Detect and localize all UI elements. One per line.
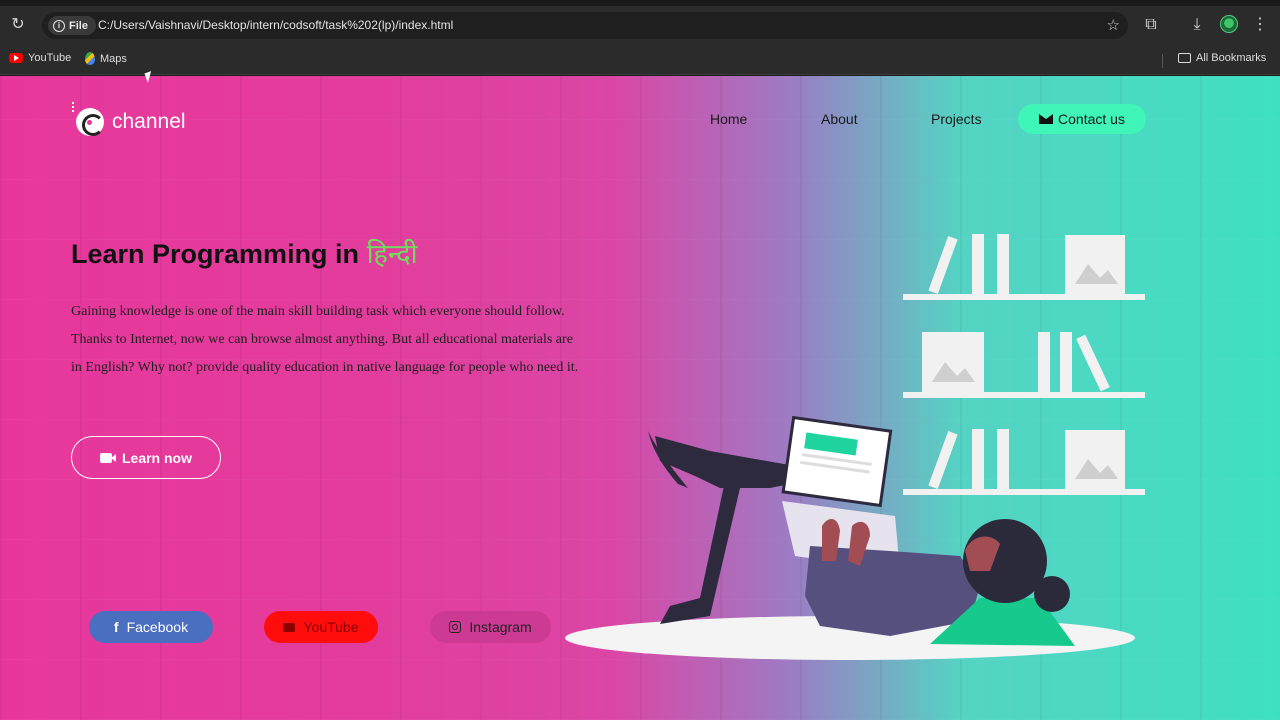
reload-icon[interactable]: ↻ — [6, 13, 30, 37]
menu-dots-icon[interactable]: ⋮ — [1248, 13, 1272, 37]
hero-illustration — [565, 234, 1145, 660]
youtube-label: YouTube — [303, 619, 359, 635]
hero-title: Learn Programming in हिन्दी — [71, 234, 418, 271]
bookmark-label: YouTube — [28, 52, 72, 64]
picture-frame-bottom — [1065, 430, 1125, 489]
hero-title-hindi: हिन्दी — [366, 239, 418, 269]
contact-label: Contact us — [1058, 111, 1125, 127]
instagram-icon — [449, 621, 462, 633]
hair-bun — [1034, 576, 1070, 612]
bookmark-star-icon[interactable]: ☆ — [1107, 16, 1120, 34]
nav-home[interactable]: Home — [710, 111, 747, 127]
books-top — [928, 234, 1009, 294]
logo-text: channel — [112, 110, 186, 133]
youtube-small-icon — [283, 622, 296, 632]
instagram-button[interactable]: Instagram — [430, 611, 551, 643]
hero-paragraph: Gaining knowledge is one of the main ski… — [71, 304, 579, 375]
facebook-icon: f — [113, 619, 119, 635]
decorative-dots — [72, 102, 74, 112]
facebook-label: Facebook — [126, 619, 189, 635]
tab-strip-edge — [0, 0, 1280, 6]
youtube-icon — [9, 53, 23, 63]
shelf-middle — [903, 392, 1145, 398]
lower-leg — [660, 481, 740, 624]
contact-us-button[interactable]: Contact us — [1018, 104, 1146, 134]
url-text[interactable]: C:/Users/Vaishnavi/Desktop/intern/codsof… — [98, 18, 453, 32]
profile-avatar[interactable] — [1220, 15, 1238, 33]
bookmark-youtube[interactable]: YouTube — [9, 52, 71, 64]
learn-now-button[interactable]: Learn now — [71, 436, 221, 479]
download-icon[interactable]: ⤓ — [1185, 13, 1209, 37]
youtube-button[interactable]: YouTube — [264, 611, 378, 643]
bookmark-maps[interactable]: Maps — [85, 52, 127, 65]
channel-logo-icon — [76, 108, 104, 136]
bookmarks-bar: YouTube Maps All Bookmarks — [0, 46, 1280, 75]
maps-icon — [85, 52, 95, 65]
browser-toolbar: ↻ i File C:/Users/Vaishnavi/Desktop/inte… — [0, 0, 1280, 46]
picture-frame-top — [1065, 235, 1125, 294]
learn-now-label: Learn now — [121, 449, 192, 466]
info-icon: i — [53, 19, 65, 32]
extensions-icon[interactable]: ⧉ — [1139, 13, 1163, 37]
all-bookmarks[interactable]: All Bookmarks — [1178, 52, 1266, 64]
shelf-top — [903, 294, 1145, 300]
books-bottom — [928, 429, 1009, 489]
video-camera-icon — [99, 452, 116, 463]
facebook-button[interactable]: f Facebook — [89, 611, 213, 643]
nav-projects[interactable]: Projects — [931, 111, 982, 127]
site-logo[interactable]: channel — [76, 108, 186, 136]
site-info-chip[interactable]: i File — [48, 16, 96, 35]
bookmarks-divider — [1162, 54, 1163, 68]
hero-title-text: Learn Programming in — [71, 239, 367, 269]
site-info-label: File — [69, 19, 88, 32]
nav-about[interactable]: About — [821, 111, 858, 127]
picture-frame-middle — [922, 332, 984, 392]
instagram-label: Instagram — [469, 619, 532, 635]
page-viewport: channel Home About Projects Contact us L… — [0, 76, 1280, 720]
bookmark-label: Maps — [100, 52, 127, 65]
address-bar[interactable]: i File C:/Users/Vaishnavi/Desktop/intern… — [42, 12, 1128, 39]
shelf-bottom — [903, 489, 1145, 495]
books-middle — [1038, 332, 1110, 392]
folder-icon — [1178, 53, 1191, 63]
all-bookmarks-label: All Bookmarks — [1196, 52, 1267, 64]
envelope-icon — [1039, 114, 1054, 124]
